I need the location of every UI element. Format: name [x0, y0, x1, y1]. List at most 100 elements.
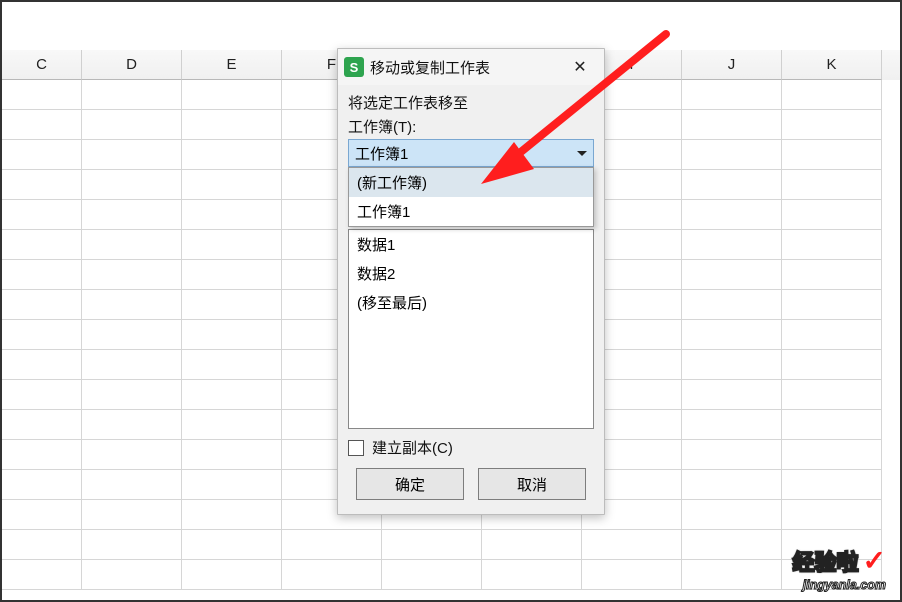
- cell[interactable]: [2, 470, 82, 500]
- cell[interactable]: [682, 320, 782, 350]
- cell[interactable]: [182, 80, 282, 110]
- cell[interactable]: [682, 500, 782, 530]
- cell[interactable]: [182, 260, 282, 290]
- cell[interactable]: [682, 440, 782, 470]
- col-header[interactable]: E: [182, 50, 282, 80]
- cell[interactable]: [2, 170, 82, 200]
- cell[interactable]: [82, 290, 182, 320]
- cell[interactable]: [82, 560, 182, 590]
- col-header[interactable]: C: [2, 50, 82, 80]
- cell[interactable]: [782, 500, 882, 530]
- cell[interactable]: [82, 140, 182, 170]
- cell[interactable]: [782, 230, 882, 260]
- cell[interactable]: [782, 560, 882, 590]
- col-header[interactable]: D: [82, 50, 182, 80]
- cell[interactable]: [82, 260, 182, 290]
- cell[interactable]: [182, 110, 282, 140]
- cell[interactable]: [782, 410, 882, 440]
- cell[interactable]: [682, 350, 782, 380]
- cell[interactable]: [82, 200, 182, 230]
- cell[interactable]: [782, 470, 882, 500]
- cell[interactable]: [682, 110, 782, 140]
- cell[interactable]: [382, 560, 482, 590]
- cell[interactable]: [682, 560, 782, 590]
- cell[interactable]: [2, 140, 82, 170]
- cell[interactable]: [2, 200, 82, 230]
- cell[interactable]: [782, 170, 882, 200]
- cell[interactable]: [82, 470, 182, 500]
- cell[interactable]: [782, 260, 882, 290]
- cell[interactable]: [82, 440, 182, 470]
- cancel-button[interactable]: 取消: [478, 468, 586, 500]
- cell[interactable]: [82, 80, 182, 110]
- cell[interactable]: [2, 260, 82, 290]
- cell[interactable]: [682, 80, 782, 110]
- cell[interactable]: [182, 290, 282, 320]
- cell[interactable]: [2, 110, 82, 140]
- cell[interactable]: [282, 530, 382, 560]
- cell[interactable]: [2, 320, 82, 350]
- cell[interactable]: [82, 350, 182, 380]
- cell[interactable]: [2, 380, 82, 410]
- cell[interactable]: [2, 350, 82, 380]
- cell[interactable]: [182, 170, 282, 200]
- cell[interactable]: [682, 410, 782, 440]
- cell[interactable]: [82, 320, 182, 350]
- dropdown-option-workbook1[interactable]: 工作簿1: [349, 197, 593, 226]
- cell[interactable]: [2, 410, 82, 440]
- cell[interactable]: [182, 380, 282, 410]
- cell[interactable]: [182, 500, 282, 530]
- col-header[interactable]: K: [782, 50, 882, 80]
- cell[interactable]: [682, 140, 782, 170]
- cell[interactable]: [682, 530, 782, 560]
- cell[interactable]: [2, 290, 82, 320]
- cell[interactable]: [282, 560, 382, 590]
- cell[interactable]: [2, 560, 82, 590]
- cell[interactable]: [182, 470, 282, 500]
- cell[interactable]: [2, 230, 82, 260]
- list-item[interactable]: 数据2: [349, 259, 593, 288]
- cell[interactable]: [82, 530, 182, 560]
- cell[interactable]: [682, 380, 782, 410]
- cell[interactable]: [182, 200, 282, 230]
- before-sheet-listbox[interactable]: 数据1 数据2 (移至最后): [348, 229, 594, 429]
- cell[interactable]: [782, 440, 882, 470]
- cell[interactable]: [782, 200, 882, 230]
- cell[interactable]: [582, 560, 682, 590]
- cell[interactable]: [782, 140, 882, 170]
- dropdown-option-new-workbook[interactable]: (新工作簿): [349, 168, 593, 197]
- cell[interactable]: [682, 260, 782, 290]
- cell[interactable]: [82, 110, 182, 140]
- cell[interactable]: [782, 320, 882, 350]
- cell[interactable]: [82, 380, 182, 410]
- cell[interactable]: [482, 560, 582, 590]
- cell[interactable]: [82, 410, 182, 440]
- cell[interactable]: [82, 170, 182, 200]
- cell[interactable]: [2, 80, 82, 110]
- cell[interactable]: [182, 350, 282, 380]
- cell[interactable]: [182, 230, 282, 260]
- cell[interactable]: [782, 350, 882, 380]
- cell[interactable]: [382, 530, 482, 560]
- create-copy-checkbox[interactable]: [348, 440, 364, 456]
- cell[interactable]: [782, 380, 882, 410]
- cell[interactable]: [82, 500, 182, 530]
- cell[interactable]: [2, 440, 82, 470]
- cell[interactable]: [682, 200, 782, 230]
- cell[interactable]: [182, 140, 282, 170]
- cell[interactable]: [682, 290, 782, 320]
- cell[interactable]: [782, 290, 882, 320]
- cell[interactable]: [782, 80, 882, 110]
- cell[interactable]: [182, 320, 282, 350]
- cell[interactable]: [482, 530, 582, 560]
- cell[interactable]: [82, 230, 182, 260]
- cell[interactable]: [182, 440, 282, 470]
- close-button[interactable]: ✕: [560, 53, 600, 81]
- cell[interactable]: [2, 530, 82, 560]
- cell[interactable]: [182, 530, 282, 560]
- workbook-combobox[interactable]: 工作簿1 (新工作簿) 工作簿1: [348, 139, 594, 167]
- cell[interactable]: [182, 560, 282, 590]
- cell[interactable]: [682, 170, 782, 200]
- cell[interactable]: [182, 410, 282, 440]
- ok-button[interactable]: 确定: [356, 468, 464, 500]
